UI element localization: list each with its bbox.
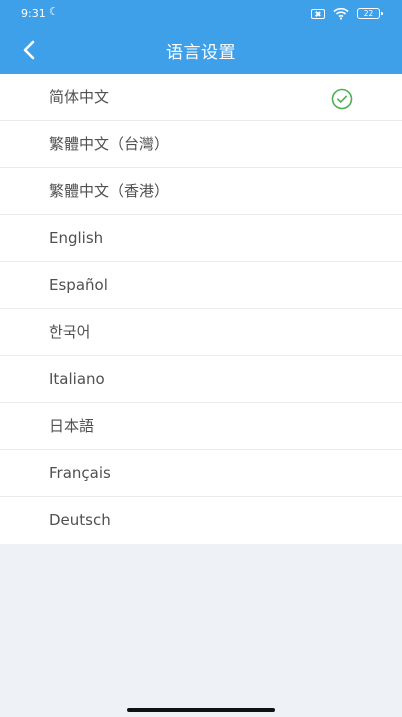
language-label: Español xyxy=(49,276,108,294)
moon-icon: ☾ xyxy=(49,5,59,18)
language-label: 繁體中文（台灣） xyxy=(49,135,170,153)
language-list: 简体中文 繁體中文（台灣） 繁體中文（香港） English Español 한… xyxy=(0,74,402,544)
language-label: Français xyxy=(49,464,111,482)
language-item-es[interactable]: Español xyxy=(0,262,402,309)
language-item-ja[interactable]: 日本語 xyxy=(0,403,402,450)
language-item-de[interactable]: Deutsch xyxy=(0,497,402,544)
language-label: English xyxy=(49,229,104,247)
app-bar: 9:31 ☾ 22 语言设置 xyxy=(0,0,402,74)
language-item-en[interactable]: English xyxy=(0,215,402,262)
language-item-it[interactable]: Italiano xyxy=(0,356,402,403)
language-label: 简体中文 xyxy=(49,88,110,106)
wifi-icon xyxy=(333,7,349,20)
home-indicator[interactable] xyxy=(127,708,275,712)
language-item-fr[interactable]: Français xyxy=(0,450,402,497)
language-item-zh-hans[interactable]: 简体中文 xyxy=(0,74,402,121)
language-label: 한국어 xyxy=(49,323,91,341)
check-circle-icon xyxy=(331,88,353,110)
language-item-zh-tw[interactable]: 繁體中文（台灣） xyxy=(0,121,402,168)
language-label: 繁體中文（香港） xyxy=(49,182,170,200)
sim-icon xyxy=(311,9,325,19)
language-label: Deutsch xyxy=(49,511,111,529)
language-label: Italiano xyxy=(49,370,105,388)
language-item-zh-hk[interactable]: 繁體中文（香港） xyxy=(0,168,402,215)
language-item-ko[interactable]: 한국어 xyxy=(0,309,402,356)
battery-icon: 22 xyxy=(357,8,383,19)
language-label: 日本語 xyxy=(49,417,95,435)
status-bar: 9:31 ☾ 22 xyxy=(0,0,402,28)
status-time: 9:31 xyxy=(21,7,46,20)
page-title: 语言设置 xyxy=(166,43,236,63)
